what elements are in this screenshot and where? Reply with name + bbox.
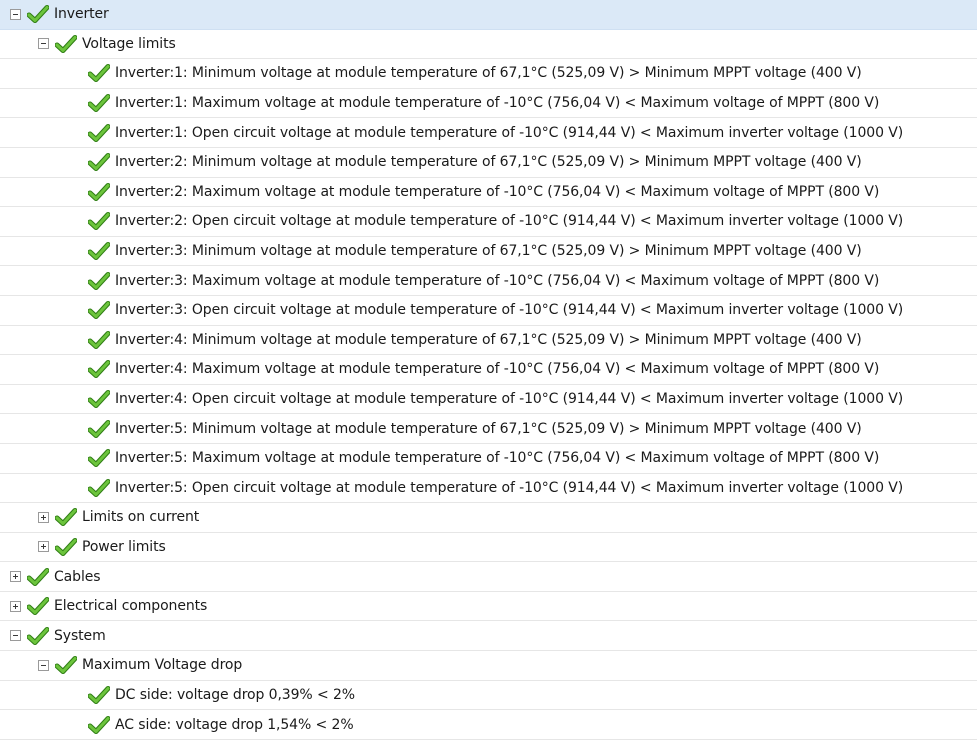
check-icon (55, 656, 77, 675)
tree-leaf-label: Inverter:5: Maximum voltage at module te… (115, 450, 880, 467)
tree-leaf-check[interactable]: DC side: voltage drop 0,39% < 2% (0, 681, 977, 711)
tree-leaf-label: Inverter:4: Open circuit voltage at modu… (115, 391, 904, 408)
tree-leaf-label: Inverter:3: Open circuit voltage at modu… (115, 302, 904, 319)
check-icon (88, 390, 110, 409)
tree-node-electrical-components[interactable]: Electrical components (0, 592, 977, 622)
collapse-icon[interactable] (10, 8, 21, 20)
tree-leaf-check[interactable]: Inverter:3: Open circuit voltage at modu… (0, 296, 977, 326)
check-icon (88, 301, 110, 320)
tree-leaf-check[interactable]: Inverter:5: Open circuit voltage at modu… (0, 474, 977, 504)
check-icon (88, 242, 110, 261)
tree-leaf-label: Inverter:3: Minimum voltage at module te… (115, 243, 862, 260)
check-icon (88, 449, 110, 468)
check-icon (88, 64, 110, 83)
tree-leaf-check[interactable]: Inverter:3: Minimum voltage at module te… (0, 237, 977, 267)
tree-node-power-limits[interactable]: Power limits (0, 533, 977, 563)
tree-leaf-check[interactable]: Inverter:1: Open circuit voltage at modu… (0, 118, 977, 148)
tree-leaf-check[interactable]: Inverter:4: Minimum voltage at module te… (0, 326, 977, 356)
tree-leaf-check[interactable]: Inverter:4: Maximum voltage at module te… (0, 355, 977, 385)
tree-node-label: Maximum Voltage drop (82, 657, 243, 674)
tree-node-inverter[interactable]: Inverter (0, 0, 977, 30)
check-icon (88, 153, 110, 172)
check-icon (27, 5, 49, 24)
tree-node-label: Power limits (82, 538, 166, 555)
tree-node-label: System (54, 627, 106, 644)
collapse-icon[interactable] (38, 659, 49, 671)
tree-leaf-label: Inverter:5: Open circuit voltage at modu… (115, 479, 904, 496)
tree-leaf-label: Inverter:4: Maximum voltage at module te… (115, 361, 880, 378)
tree-leaf-check[interactable]: Inverter:2: Open circuit voltage at modu… (0, 207, 977, 237)
expand-icon[interactable] (38, 511, 49, 523)
tree-leaf-label: DC side: voltage drop 0,39% < 2% (115, 686, 355, 703)
tree-leaf-check[interactable]: AC side: voltage drop 1,54% < 2% (0, 710, 977, 740)
expand-icon[interactable] (10, 571, 21, 583)
tree-node-label: Cables (54, 568, 101, 585)
expand-icon[interactable] (38, 541, 49, 553)
check-icon (55, 34, 77, 53)
check-icon (88, 360, 110, 379)
tree-leaf-label: Inverter:1: Minimum voltage at module te… (115, 65, 862, 82)
check-icon (88, 123, 110, 142)
tree-leaf-check[interactable]: Inverter:2: Minimum voltage at module te… (0, 148, 977, 178)
check-icon (88, 94, 110, 113)
tree-node-cables[interactable]: Cables (0, 562, 977, 592)
tree-leaf-check[interactable]: Inverter:4: Open circuit voltage at modu… (0, 385, 977, 415)
tree-leaf-label: Inverter:5: Minimum voltage at module te… (115, 420, 862, 437)
check-icon (88, 330, 110, 349)
tree-leaf-check[interactable]: Inverter:2: Maximum voltage at module te… (0, 178, 977, 208)
tree-leaf-label: Inverter:1: Open circuit voltage at modu… (115, 124, 904, 141)
tree-leaf-check[interactable]: Inverter:5: Minimum voltage at module te… (0, 414, 977, 444)
check-icon (88, 685, 110, 704)
tree-leaf-check[interactable]: Inverter:1: Minimum voltage at module te… (0, 59, 977, 89)
tree-leaf-label: Inverter:4: Minimum voltage at module te… (115, 331, 862, 348)
collapse-icon[interactable] (10, 630, 21, 642)
tree-leaf-label: Inverter:2: Open circuit voltage at modu… (115, 213, 904, 230)
check-icon (27, 567, 49, 586)
check-icon (55, 508, 77, 527)
check-icon (88, 715, 110, 734)
tree-leaf-label: Inverter:2: Maximum voltage at module te… (115, 183, 880, 200)
check-icon (88, 271, 110, 290)
tree-leaf-check[interactable]: Inverter:5: Maximum voltage at module te… (0, 444, 977, 474)
tree-node-system[interactable]: System (0, 621, 977, 652)
tree-node-limits-on-current[interactable]: Limits on current (0, 503, 977, 533)
check-icon (88, 212, 110, 231)
tree-leaf-check[interactable]: Inverter:3: Maximum voltage at module te… (0, 266, 977, 296)
tree-leaf-label: Inverter:1: Maximum voltage at module te… (115, 95, 880, 112)
check-icon (27, 597, 49, 616)
tree-node-label: Limits on current (82, 509, 200, 526)
tree-node-maximum-voltage-drop[interactable]: Maximum Voltage drop (0, 651, 977, 681)
tree-leaf-check[interactable]: Inverter:1: Maximum voltage at module te… (0, 89, 977, 119)
tree-leaf-label: Inverter:3: Maximum voltage at module te… (115, 272, 880, 289)
check-icon (55, 537, 77, 556)
collapse-icon[interactable] (38, 38, 49, 50)
tree-leaf-label: Inverter:2: Minimum voltage at module te… (115, 154, 862, 171)
tree-node-voltage-limits[interactable]: Voltage limits (0, 30, 977, 60)
tree-node-label: Voltage limits (82, 35, 176, 52)
tree-leaf-label: AC side: voltage drop 1,54% < 2% (115, 716, 354, 733)
check-icon (88, 419, 110, 438)
tree-node-label: Inverter (54, 6, 109, 23)
check-icon (27, 626, 49, 645)
expand-icon[interactable] (10, 600, 21, 612)
tree-node-label: Electrical components (54, 598, 208, 615)
validation-tree: Inverter Voltage limits Inverter:1: Mini… (0, 0, 977, 740)
check-icon (88, 478, 110, 497)
check-icon (88, 182, 110, 201)
